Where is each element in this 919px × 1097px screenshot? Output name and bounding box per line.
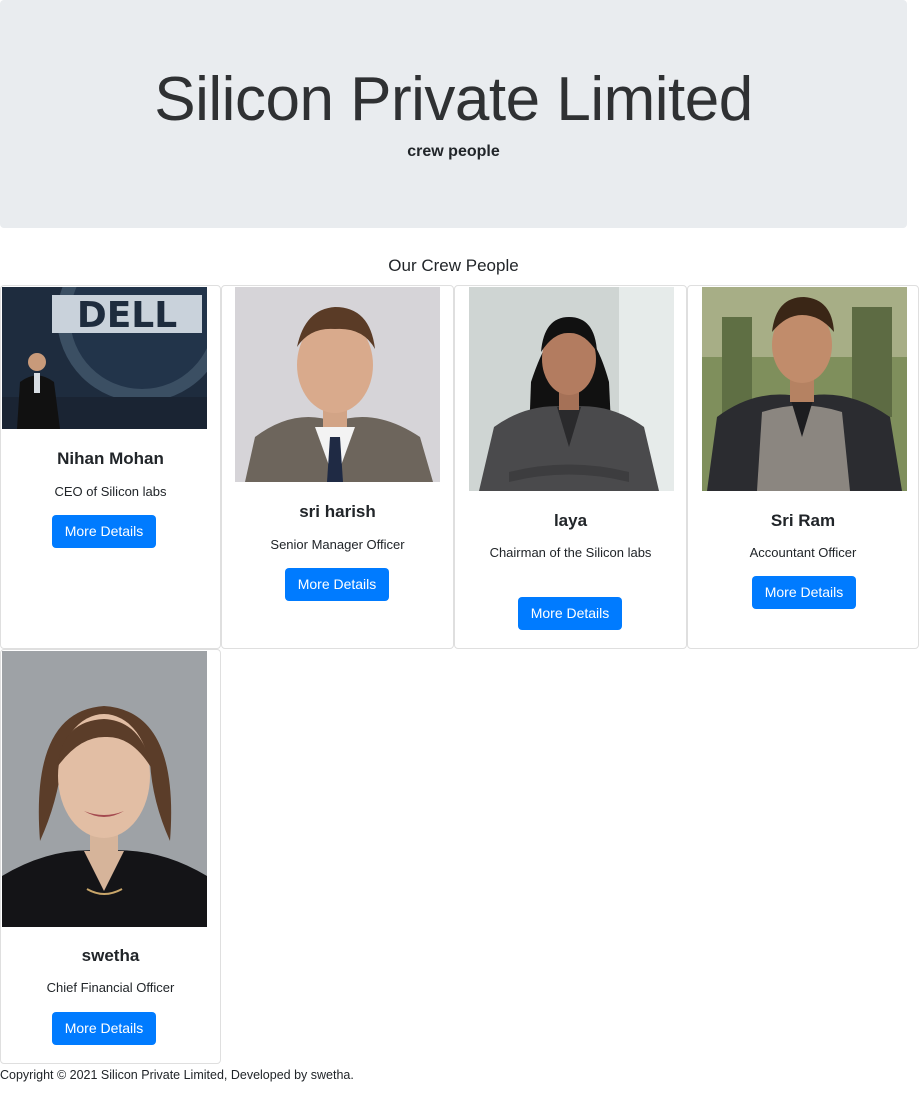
crew-card: swetha Chief Financial Officer More Deta… (0, 649, 221, 1064)
footer-copyright: Copyright © 2021 Silicon Private Limited… (0, 1068, 354, 1082)
profile-photo: DELL (2, 287, 207, 429)
crew-name: laya (553, 511, 588, 530)
profile-photo (469, 287, 674, 491)
more-details-button[interactable]: More Details (285, 568, 389, 601)
header-subtitle: crew people (407, 143, 500, 160)
profile-photo (702, 287, 907, 491)
dell-logo-text: DELL (77, 295, 177, 336)
crew-name: Sri Ram (770, 511, 836, 530)
crew-card: Sri Ram Accountant Officer More Details (687, 285, 919, 649)
crew-role: Chief Financial Officer (46, 980, 175, 995)
more-details-button[interactable]: More Details (518, 597, 622, 630)
crew-role: Chairman of the Silicon labs (489, 545, 652, 560)
company-title: Silicon Private Limited (154, 65, 753, 134)
crew-name: Nihan Mohan (57, 449, 164, 468)
section-title: Our Crew People (388, 256, 519, 275)
crew-card: laya Chairman of the Silicon labs More D… (454, 285, 687, 649)
crew-role: Accountant Officer (749, 545, 857, 560)
crew-name: swetha (81, 946, 140, 965)
crew-name: sri harish (299, 502, 376, 521)
profile-photo (235, 287, 440, 482)
more-details-button[interactable]: More Details (752, 576, 856, 609)
profile-photo (2, 651, 207, 927)
crew-card: DELL Nihan Mohan CEO of Silicon labs Mor… (0, 285, 221, 649)
jumbotron-header: Silicon Private Limited crew people (0, 0, 907, 228)
crew-card: sri harish Senior Manager Officer More D… (221, 285, 454, 649)
crew-role: CEO of Silicon labs (54, 484, 167, 499)
crew-role: Senior Manager Officer (270, 537, 405, 552)
more-details-button[interactable]: More Details (52, 1012, 156, 1045)
more-details-button[interactable]: More Details (52, 515, 156, 548)
